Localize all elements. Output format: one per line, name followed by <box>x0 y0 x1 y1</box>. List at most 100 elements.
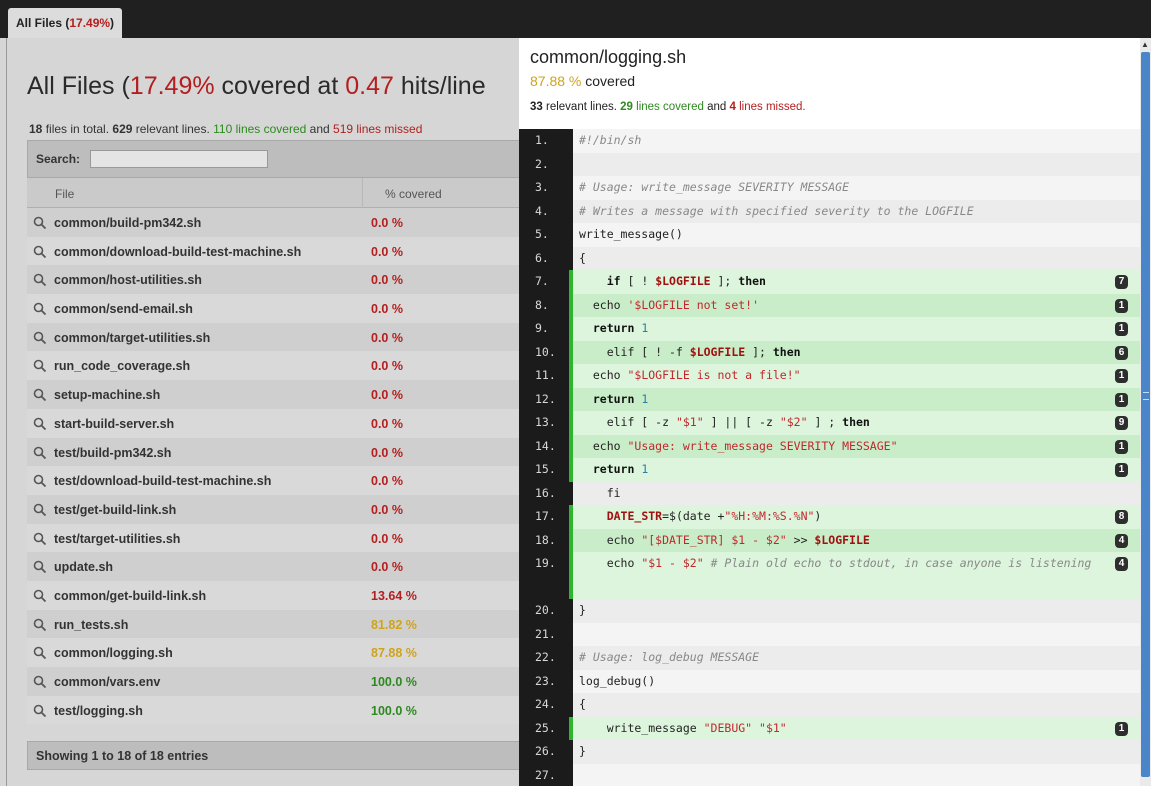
code-line: 4. # Writes a message with specified seve… <box>519 199 1140 223</box>
code-text: # Usage: log_debug MESSAGE <box>573 646 1140 670</box>
scrollbar[interactable]: ▲ <box>1140 38 1151 786</box>
table-footer: Showing 1 to 18 of 18 entries <box>27 741 522 770</box>
magnifier-icon <box>33 474 47 488</box>
table-row[interactable]: common/send-email.sh 0.0 % <box>27 294 522 323</box>
line-number: 8. <box>519 293 569 317</box>
magnifier-icon <box>33 647 47 660</box>
file-link[interactable]: update.sh <box>54 560 113 574</box>
column-header-covered[interactable]: % covered <box>385 187 442 201</box>
column-header-file[interactable]: File <box>55 187 74 201</box>
hit-count-badge: 1 <box>1115 322 1128 336</box>
table-row[interactable]: common/build-pm342.sh 0.0 % <box>27 208 522 237</box>
coverage-percent: 0.0 % <box>371 502 403 517</box>
table-row[interactable]: test/get-build-link.sh 0.0 % <box>27 494 522 524</box>
table-row[interactable]: update.sh 0.0 % <box>27 552 522 581</box>
code-line: 14. echo "Usage: write_message SEVERITY … <box>519 434 1140 458</box>
file-link[interactable]: common/build-pm342.sh <box>54 216 201 230</box>
file-link[interactable]: run_code_coverage.sh <box>54 359 190 373</box>
coverage-percent: 0.0 % <box>371 474 403 489</box>
file-link[interactable]: common/get-build-link.sh <box>54 589 206 603</box>
file-link[interactable]: run_tests.sh <box>54 618 128 632</box>
code-text <box>573 763 1140 786</box>
magnifier-icon <box>33 675 47 689</box>
coverage-percent: 87.88 % <box>530 73 582 89</box>
table-row[interactable]: common/download-build-test-machine.sh 0.0… <box>27 236 522 266</box>
line-number: 25. <box>519 716 569 740</box>
coverage-percent: 0.0 % <box>371 273 403 288</box>
hit-count-badge: 1 <box>1115 392 1128 407</box>
table-row[interactable]: common/target-utilities.sh 0.0 % <box>27 322 522 352</box>
code-text: #!/bin/sh <box>573 129 1140 153</box>
line-number: 9. <box>519 317 569 341</box>
table-row[interactable]: test/build-pm342.sh 0.0 % <box>27 437 522 467</box>
code-text: echo "Usage: write_message SEVERITY MESS… <box>573 434 1140 458</box>
source-file-panel: common/logging.sh 87.88 % covered 33 rel… <box>519 38 1140 786</box>
table-row[interactable]: setup-machine.sh 0.0 % <box>27 380 522 409</box>
file-link[interactable]: test/build-pm342.sh <box>54 446 171 460</box>
tab-all-files[interactable]: All Files (17.49%) <box>8 8 123 38</box>
file-link[interactable]: test/target-utilities.sh <box>54 532 180 546</box>
file-link[interactable]: start-build-server.sh <box>54 417 174 431</box>
search-input[interactable] <box>90 150 268 168</box>
code-line: 22. # Usage: log_debug MESSAGE <box>519 646 1140 670</box>
file-link[interactable]: setup-machine.sh <box>54 388 160 402</box>
coverage-percent: 0.0 % <box>371 330 403 345</box>
hit-count-badge: 8 <box>1115 510 1128 524</box>
file-link[interactable]: common/host-utilities.sh <box>54 273 202 287</box>
magnifier-icon <box>33 216 47 230</box>
file-link[interactable]: common/download-build-test-machine.sh <box>54 245 301 259</box>
file-link[interactable]: common/target-utilities.sh <box>54 331 210 345</box>
source-code: 1. #!/bin/sh 2. 3. # Usage: write_message SE… <box>519 129 1140 786</box>
table-row[interactable]: common/host-utilities.sh 0.0 % <box>27 265 522 295</box>
file-link[interactable]: test/download-build-test-machine.sh <box>54 474 271 488</box>
code-text: { <box>573 693 1140 717</box>
file-link[interactable]: common/vars.env <box>54 675 160 689</box>
code-text: return 1 <box>573 317 1140 341</box>
table-row[interactable]: common/logging.sh 87.88 % <box>27 638 522 667</box>
line-number: 21. <box>519 622 569 646</box>
line-number: 11. <box>519 364 569 388</box>
table-header: File % covered <box>27 178 522 208</box>
table-row[interactable]: test/logging.sh 100.0 % <box>27 695 522 725</box>
scroll-up-icon[interactable]: ▲ <box>1141 40 1149 49</box>
hit-count-badge: 9 <box>1115 416 1128 430</box>
code-text: elif [ -z "$1" ] || [ -z "$2" ] ; then <box>573 411 1140 435</box>
file-link[interactable]: test/logging.sh <box>54 704 143 718</box>
magnifier-icon <box>33 704 47 717</box>
table-row[interactable]: common/get-build-link.sh 13.64 % <box>27 580 522 610</box>
code-line: 27. <box>519 763 1140 786</box>
table-row[interactable]: run_tests.sh 81.82 % <box>27 609 522 639</box>
line-number: 20. <box>519 599 569 623</box>
line-number: 1. <box>519 129 569 153</box>
table-row[interactable]: run_code_coverage.sh 0.0 % <box>27 351 522 381</box>
entries-info: Showing 1 to 18 of 18 entries <box>36 749 209 763</box>
line-number: 14. <box>519 434 569 458</box>
table-row[interactable]: test/download-build-test-machine.sh 0.0 % <box>27 466 522 495</box>
coverage-percent: 0.0 % <box>371 445 403 460</box>
hit-count-badge: 4 <box>1115 533 1128 548</box>
code-text: } <box>573 740 1140 764</box>
file-link[interactable]: common/logging.sh <box>54 646 173 660</box>
table-row[interactable]: start-build-server.sh 0.0 % <box>27 408 522 438</box>
page-border <box>6 38 7 786</box>
coverage-summary: 18 files in total. 629 relevant lines. 1… <box>29 122 423 136</box>
file-link[interactable]: test/get-build-link.sh <box>54 503 176 517</box>
line-number: 16. <box>519 481 569 505</box>
file-link[interactable]: common/send-email.sh <box>54 302 193 316</box>
code-line: 19. echo "$1 - $2" # Plain old echo to s… <box>519 552 1140 599</box>
code-line: 13. elif [ -z "$1" ] || [ -z "$2" ] ; th… <box>519 411 1140 435</box>
table-row[interactable]: common/vars.env 100.0 % <box>27 667 522 696</box>
hit-count-badge: 1 <box>1115 721 1128 736</box>
scrollbar-thumb[interactable] <box>1141 52 1150 777</box>
magnifier-icon <box>33 618 47 631</box>
code-text: } <box>573 599 1140 623</box>
code-text: # Writes a message with specified severi… <box>573 199 1140 223</box>
code-line: 5. write_message() <box>519 223 1140 247</box>
code-line: 16. fi <box>519 481 1140 505</box>
code-text: elif [ ! -f $LOGFILE ]; then <box>573 340 1140 364</box>
code-text: echo "$1 - $2" # Plain old echo to stdou… <box>573 552 1140 599</box>
top-bar: All Files (17.49%) <box>0 0 1151 38</box>
code-line: 18. echo "[$DATE_STR] $1 - $2" >> $LOGFI… <box>519 528 1140 552</box>
table-row[interactable]: test/target-utilities.sh 0.0 % <box>27 523 522 553</box>
line-number: 22. <box>519 646 569 670</box>
